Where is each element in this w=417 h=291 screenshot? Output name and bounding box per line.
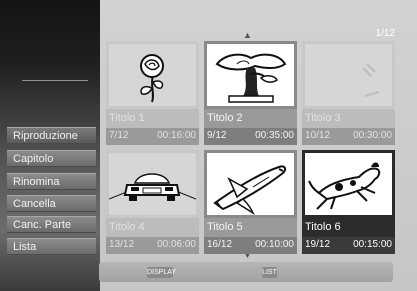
blank-thumbnail [302, 41, 395, 109]
title-date: 9/12 [207, 130, 227, 141]
panel-divider [22, 80, 88, 81]
title-date: 16/12 [207, 239, 233, 250]
title-duration: 00:35:00 [255, 130, 294, 141]
title-date: 13/12 [109, 239, 135, 250]
title-date: 19/12 [305, 239, 331, 250]
menu-item-canc-parte[interactable]: Canc. Parte [7, 216, 96, 233]
title-tile-1[interactable]: Titolo 1 7/12 00:16:00 [106, 41, 199, 145]
menu-item-riproduzione[interactable]: Riproduzione [7, 127, 96, 144]
title-name: Titolo 1 [109, 112, 145, 124]
title-duration: 00:15:00 [353, 239, 392, 250]
display-button[interactable]: DISPLAY [147, 267, 176, 278]
space-shuttle-icon [204, 150, 297, 218]
title-tile-2[interactable]: Titolo 2 9/12 00:35:00 [204, 41, 297, 145]
left-menu-panel: Riproduzione Capitolo Rinomina Cancella … [0, 0, 100, 291]
dog-icon [302, 150, 395, 218]
title-tile-5[interactable]: Titolo 5 16/12 00:10:00 [204, 150, 297, 254]
rose-icon [106, 41, 199, 109]
title-date: 10/12 [305, 130, 331, 141]
title-tile-4[interactable]: Titolo 4 13/12 00:06:00 [106, 150, 199, 254]
menu-item-cancella[interactable]: Cancella [7, 195, 96, 212]
title-duration: 00:16:00 [157, 130, 196, 141]
menu-item-rinomina[interactable]: Rinomina [7, 173, 96, 190]
title-name: Titolo 2 [207, 112, 243, 124]
title-name: Titolo 3 [305, 112, 341, 124]
title-name: Titolo 5 [207, 221, 243, 233]
scroll-up-arrow-icon[interactable]: ▲ [243, 31, 252, 40]
list-button[interactable]: LIST [262, 267, 277, 278]
car-icon [106, 150, 199, 218]
menu-item-capitolo[interactable]: Capitolo [7, 150, 96, 167]
title-duration: 00:06:00 [157, 239, 196, 250]
page-indicator: 1/12 [375, 28, 395, 39]
title-tile-6[interactable]: Titolo 6 19/12 00:15:00 [302, 150, 395, 254]
menu-item-lista[interactable]: Lista [7, 238, 96, 255]
button-guide-bar: DISPLAY LIST [99, 262, 393, 282]
title-duration: 00:30:00 [353, 130, 392, 141]
bonsai-tree-icon [204, 41, 297, 109]
title-tile-3[interactable]: Titolo 3 10/12 00:30:00 [302, 41, 395, 145]
title-duration: 00:10:00 [255, 239, 294, 250]
title-name: Titolo 6 [305, 221, 341, 233]
title-name: Titolo 4 [109, 221, 145, 233]
title-date: 7/12 [109, 130, 129, 141]
